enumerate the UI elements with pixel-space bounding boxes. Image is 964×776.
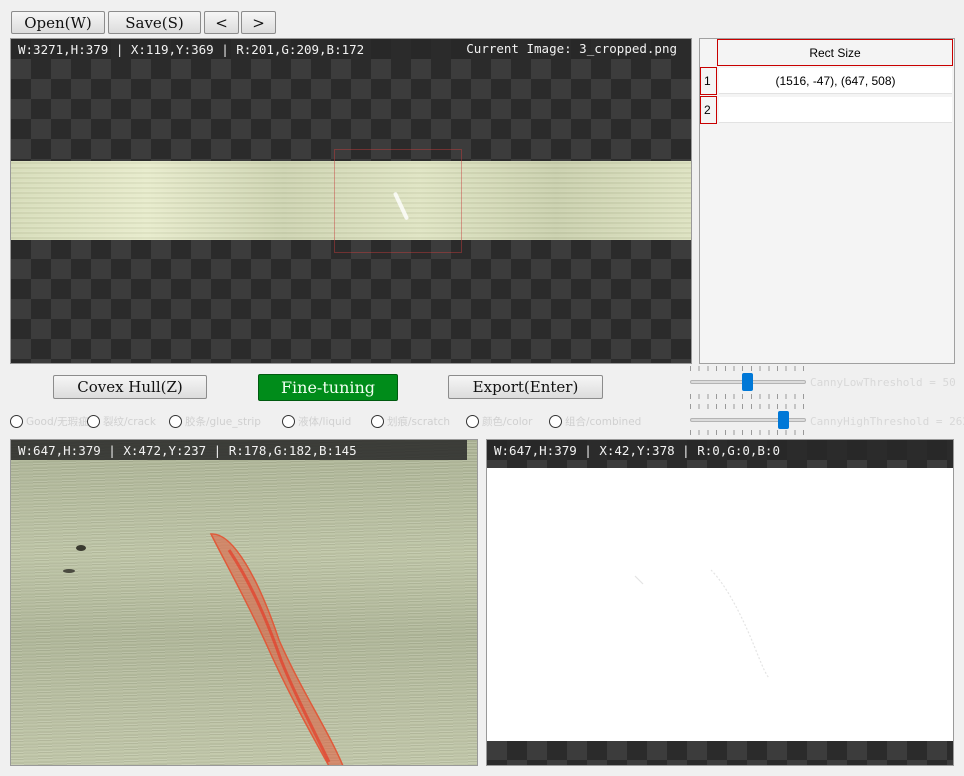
slider-ticks [690, 430, 806, 435]
main-image-viewer[interactable]: W:3271,H:379 | X:119,Y:369 | R:201,G:209… [10, 38, 692, 364]
crop-image-info: W:647,H:379 | X:472,Y:237 | R:178,G:182,… [11, 440, 467, 460]
slider-thumb[interactable] [742, 373, 753, 391]
defect-type-radio-group: Good/无瑕疵 裂纹/crack 胶条/glue_strip 液体/liqui… [10, 414, 690, 430]
rect-size-cell-2[interactable] [719, 97, 952, 123]
mask-image-info: W:647,H:379 | X:42,Y:378 | R:0,G:0,B:0 [487, 440, 953, 460]
dark-spot [63, 569, 75, 573]
radio-label: 胶条/glue_strip [185, 416, 261, 428]
rect-size-header[interactable]: Rect Size [717, 39, 953, 66]
radio-label: 组合/combined [565, 416, 642, 428]
radio-glue-strip[interactable]: 胶条/glue_strip [169, 414, 261, 429]
radio-circle[interactable] [371, 415, 384, 428]
radio-circle[interactable] [87, 415, 100, 428]
selection-rectangle[interactable] [334, 149, 462, 253]
row-index-1[interactable]: 1 [700, 67, 717, 95]
current-image-label: Current Image: 3_cropped.png [466, 41, 677, 56]
canny-high-label: CannyHighThreshold = 262 [810, 415, 964, 428]
radio-crack[interactable]: 裂纹/crack [87, 414, 156, 429]
radio-label: 液体/liquid [298, 416, 352, 428]
rect-size-table[interactable]: Rect Size 1 (1516, -47), (647, 508) 2 [699, 38, 955, 364]
slider-ticks [690, 394, 806, 399]
radio-label: Good/无瑕疵 [26, 416, 89, 428]
canny-low-label: CannyLowThreshold = 50 [810, 376, 956, 389]
radio-label: 裂纹/crack [103, 416, 156, 428]
radio-circle[interactable] [10, 415, 23, 428]
mask-canvas [487, 468, 953, 741]
radio-good[interactable]: Good/无瑕疵 [10, 414, 89, 429]
open-button[interactable]: Open(W) [11, 11, 105, 34]
row-index-2[interactable]: 2 [700, 96, 717, 124]
export-button[interactable]: Export(Enter) [448, 375, 603, 399]
edge-trace [710, 569, 770, 679]
crop-image-viewer[interactable]: W:647,H:379 | X:472,Y:237 | R:178,G:182,… [10, 439, 478, 766]
radio-circle[interactable] [549, 415, 562, 428]
canny-high-slider[interactable] [690, 404, 806, 438]
save-button[interactable]: Save(S) [108, 11, 201, 34]
prev-image-button[interactable]: < [204, 11, 239, 34]
edge-trace [634, 575, 644, 585]
radio-circle[interactable] [169, 415, 182, 428]
fine-tuning-button[interactable]: Fine-tuning [258, 374, 398, 401]
defect-overlay [63, 533, 344, 765]
mask-image-info-text: W:647,H:379 | X:42,Y:378 | R:0,G:0,B:0 [494, 442, 780, 458]
mask-image-viewer[interactable]: W:647,H:379 | X:42,Y:378 | R:0,G:0,B:0 [486, 439, 954, 766]
radio-color[interactable]: 颜色/color [466, 414, 532, 429]
edge-traces [634, 569, 770, 679]
crop-image-info-text: W:647,H:379 | X:472,Y:237 | R:178,G:182,… [18, 442, 357, 458]
radio-circle[interactable] [466, 415, 479, 428]
radio-liquid[interactable]: 液体/liquid [282, 414, 351, 429]
convex-hull-button[interactable]: Covex Hull(Z) [53, 375, 207, 399]
radio-combined[interactable]: 组合/combined [549, 414, 641, 429]
rect-size-cell-1[interactable]: (1516, -47), (647, 508) [719, 68, 952, 94]
radio-scratch[interactable]: 划痕/scratch [371, 414, 450, 429]
canny-low-slider[interactable] [690, 366, 806, 400]
main-image-info-text: W:3271,H:379 | X:119,Y:369 | R:201,G:209… [18, 41, 365, 57]
slider-ticks [690, 366, 806, 371]
radio-label: 颜色/color [482, 416, 533, 428]
radio-label: 划痕/scratch [387, 416, 451, 428]
slider-thumb[interactable] [778, 411, 789, 429]
radio-circle[interactable] [282, 415, 295, 428]
slider-ticks [690, 404, 806, 409]
next-image-button[interactable]: > [241, 11, 276, 34]
dark-spot [76, 545, 86, 551]
